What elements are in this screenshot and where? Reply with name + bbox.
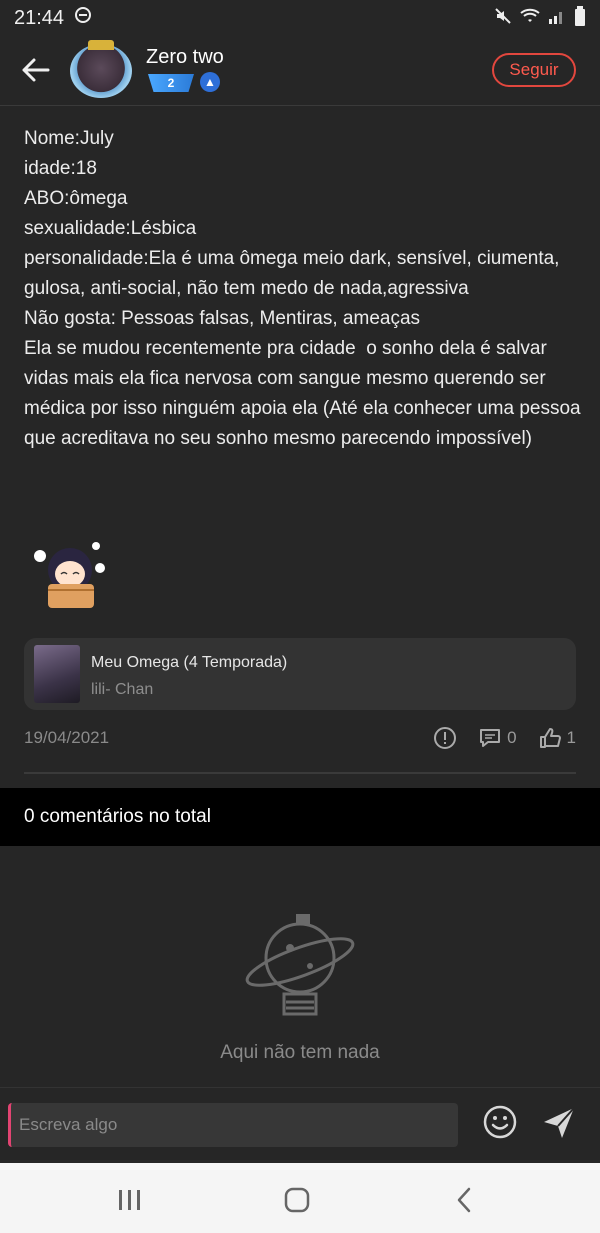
recent-apps-icon bbox=[119, 1190, 140, 1210]
chevron-left-icon bbox=[457, 1187, 471, 1213]
report-icon bbox=[434, 727, 457, 749]
post-header: Zero two 2 ▲ Seguir bbox=[0, 36, 600, 106]
status-bar: 21:44 bbox=[0, 0, 600, 36]
linked-post-thumbnail bbox=[34, 645, 80, 703]
smiley-icon bbox=[483, 1105, 517, 1139]
username[interactable]: Zero two bbox=[146, 46, 224, 69]
comment-count: 0 bbox=[507, 728, 517, 747]
status-time: 21:44 bbox=[14, 6, 65, 29]
back-button[interactable] bbox=[18, 52, 54, 88]
divider bbox=[24, 772, 576, 774]
empty-state-lightbulb-planet-icon bbox=[240, 910, 360, 1030]
comment-button[interactable]: 0 bbox=[479, 727, 517, 749]
avatar[interactable] bbox=[70, 40, 132, 98]
report-button[interactable] bbox=[433, 726, 457, 750]
sticker-image bbox=[30, 534, 110, 614]
do-not-disturb-icon bbox=[74, 6, 92, 30]
member-badge-icon: ▲ bbox=[200, 72, 220, 92]
like-button[interactable]: 1 bbox=[539, 727, 576, 749]
post-body-text: Nome:July idade:18 ABO:ômega sexualidade… bbox=[24, 128, 581, 449]
recent-apps-button[interactable] bbox=[112, 1183, 146, 1217]
linked-post-card[interactable]: Meu Omega (4 Temporada) lili- Chan bbox=[24, 638, 576, 710]
battery-icon bbox=[574, 5, 586, 31]
comment-icon bbox=[480, 729, 501, 747]
send-icon bbox=[544, 1107, 575, 1138]
signal-icon bbox=[548, 8, 566, 29]
system-nav-bar bbox=[0, 1163, 600, 1233]
linked-post-author: lili- Chan bbox=[91, 681, 154, 698]
post-meta-row: 19/04/2021 0 1 bbox=[24, 726, 576, 752]
empty-state-text: Aqui não tem nada bbox=[220, 1042, 380, 1063]
post-date: 19/04/2021 bbox=[24, 728, 110, 747]
comments-count-header: 0 comentários no total bbox=[0, 788, 600, 846]
avatar-frame-crown bbox=[88, 40, 114, 50]
thumbs-up-icon bbox=[539, 728, 561, 748]
back-arrow-icon bbox=[22, 58, 50, 82]
comment-input[interactable] bbox=[8, 1103, 458, 1147]
follow-button[interactable]: Seguir bbox=[492, 53, 576, 87]
system-back-button[interactable] bbox=[448, 1183, 482, 1217]
mute-icon bbox=[494, 7, 512, 30]
send-button[interactable] bbox=[540, 1104, 578, 1142]
emoji-button[interactable] bbox=[482, 1104, 518, 1140]
wifi-icon bbox=[520, 8, 540, 29]
like-count: 1 bbox=[566, 728, 576, 747]
home-icon bbox=[284, 1187, 310, 1213]
home-button[interactable] bbox=[280, 1183, 314, 1217]
linked-post-title: Meu Omega (4 Temporada) bbox=[91, 654, 288, 671]
level-badge: 2 bbox=[148, 74, 194, 92]
